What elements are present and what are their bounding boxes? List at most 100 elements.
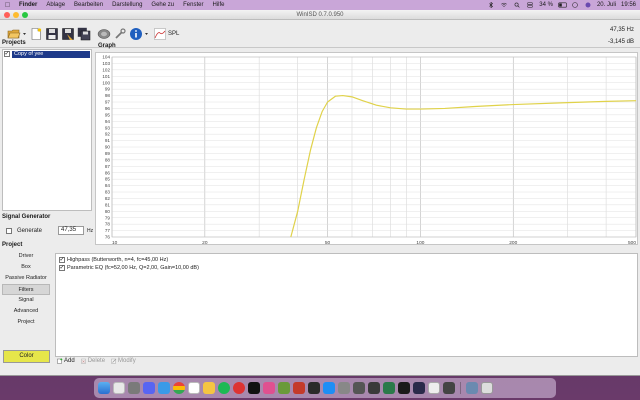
driver-editor-button[interactable] [96,26,111,41]
y-tick-label: 77 [105,228,111,233]
calendar-dock-icon[interactable] [188,382,200,394]
winisd-dock-icon[interactable] [428,382,440,394]
modify-filter-button[interactable]: Modify [111,358,136,364]
menu-darstellung[interactable]: Darstellung [112,2,142,8]
frequency-unit: Hz [87,227,94,234]
x-tick-label: 100 [416,240,424,246]
game-dock-icon[interactable] [293,382,305,394]
y-tick-label: 84 [105,183,111,188]
generate-checkbox[interactable] [6,227,12,234]
console-dock-icon[interactable] [413,382,425,394]
user-icon[interactable] [571,2,579,8]
projects-title: Projects [2,40,26,46]
utility-dock-icon[interactable] [353,382,365,394]
notes-dock-icon[interactable] [203,382,215,394]
menu-gehe-zu[interactable]: Gehe zu [151,2,174,8]
siri-icon[interactable] [584,2,592,8]
project-name[interactable]: Copy of yee [12,50,90,58]
menu-ablage[interactable]: Ablage [46,2,65,8]
remote-dock-icon[interactable] [443,382,455,394]
nav-project[interactable]: Project [2,317,50,328]
x-tick-label: 200 [509,240,517,246]
y-tick-label: 83 [105,190,111,195]
project-row[interactable]: ✓ Copy of yee [3,50,91,58]
nav-filters[interactable]: Filters [2,284,50,295]
frequency-input[interactable]: 47,35 [58,226,85,235]
emulator-dock-icon[interactable] [308,382,320,394]
maximize-window-button[interactable] [22,12,28,18]
terminal-dock-icon[interactable] [398,382,410,394]
y-tick-label: 96 [105,106,111,111]
y-tick-label: 92 [105,132,111,137]
launchpad-dock-icon[interactable] [113,382,125,394]
downloads-dock-icon[interactable] [466,382,478,394]
safari-dock-icon[interactable] [158,382,170,394]
nav-signal[interactable]: Signal [2,295,50,306]
discord-dock-icon[interactable] [143,382,155,394]
tools-button[interactable] [112,26,127,41]
wifi-icon[interactable] [500,2,508,8]
video-editor-dock-icon[interactable] [263,382,275,394]
filter-checkbox[interactable]: ✓ [59,265,65,271]
y-tick-label: 88 [105,157,111,162]
y-tick-label: 97 [105,100,111,105]
color-button[interactable]: Color [3,350,50,363]
finder-dock-icon[interactable] [98,382,110,394]
filter-checkbox[interactable]: ✓ [59,257,65,263]
filter-row[interactable]: ✓ Parametric EQ (fc=52,00 Hz, Q=2,00, Ga… [56,264,637,272]
battery-icon[interactable] [558,2,567,8]
info-dropdown-button[interactable] [144,26,149,41]
spl-label: SPL [168,30,180,37]
project-checkbox[interactable]: ✓ [4,51,10,57]
add-filter-button[interactable]: Add [57,358,75,364]
delete-filter-button[interactable]: Delete [80,358,105,364]
minimize-window-button[interactable] [13,12,19,18]
apple-icon[interactable]:  [4,2,11,9]
nav-box[interactable]: Box [2,262,50,273]
trash-dock-icon[interactable] [481,382,493,394]
speaker-driver-icon [97,28,110,39]
y-tick-label: 90 [105,145,111,150]
minecraft-dock-icon[interactable] [278,382,290,394]
x-tick-label: 500 [628,240,636,246]
menu-hilfe[interactable]: Hilfe [212,2,224,8]
app-switcher-dock-icon[interactable] [128,382,140,394]
spl-chart[interactable]: 76 7778 7980 818283 8485 8687 888990 9192 9394 95… [96,53,639,246]
y-tick-label: 78 [105,222,111,227]
app-store-dock-icon[interactable] [323,382,335,394]
system-settings-dock-icon[interactable] [338,382,350,394]
menu-fenster[interactable]: Fenster [183,2,203,8]
x-tick-label: 20 [202,240,208,246]
control-center-icon[interactable] [526,2,534,8]
signal-generator-title: Signal Generator [2,214,51,220]
chrome-dock-icon[interactable] [173,382,185,394]
bluetooth-icon[interactable] [487,1,495,9]
nav-driver[interactable]: Driver [2,251,50,262]
menu-finder[interactable]: Finder [19,2,37,8]
x-tick-label: 10 [112,240,118,246]
filter-row[interactable]: ✓ Highpass (Butterworth, n=4, fc=45,00 H… [56,256,637,264]
graph-panel[interactable]: 76 77 78 79 80 81 82 83 84 85 86 87 88 89 90 91 92 93 94 95… [95,52,639,246]
generate-label: Generate [17,227,43,234]
y-tick-label: 86 [105,170,111,175]
signal-generator-row: Generate 47,35 Hz [6,226,93,235]
photo-editor-dock-icon[interactable] [248,382,260,394]
nav-advanced[interactable]: Advanced [2,306,50,317]
menubar-time: 19:56 [620,2,636,8]
filters-list[interactable]: ✓ Highpass (Butterworth, n=4, fc=45,00 H… [55,253,638,357]
y-tick-label: 98 [105,93,111,98]
y-tick-label: 93 [105,125,111,130]
audio-app-dock-icon[interactable] [368,382,380,394]
y-tick-label: 100 [102,80,110,85]
system-monitor-dock-icon[interactable] [383,382,395,394]
music-dock-icon[interactable] [233,382,245,394]
info-button[interactable] [128,26,143,41]
menu-bearbeiten[interactable]: Bearbeiten [74,2,103,8]
project-nav-title: Project [2,242,23,248]
nav-passive-radiator[interactable]: Passive Radiator [2,273,50,284]
spl-graph-button[interactable]: SPL [154,27,180,40]
close-window-button[interactable] [4,12,10,18]
spotify-dock-icon[interactable] [218,382,230,394]
projects-list[interactable]: ✓ Copy of yee [2,49,92,211]
search-icon[interactable] [513,2,521,8]
